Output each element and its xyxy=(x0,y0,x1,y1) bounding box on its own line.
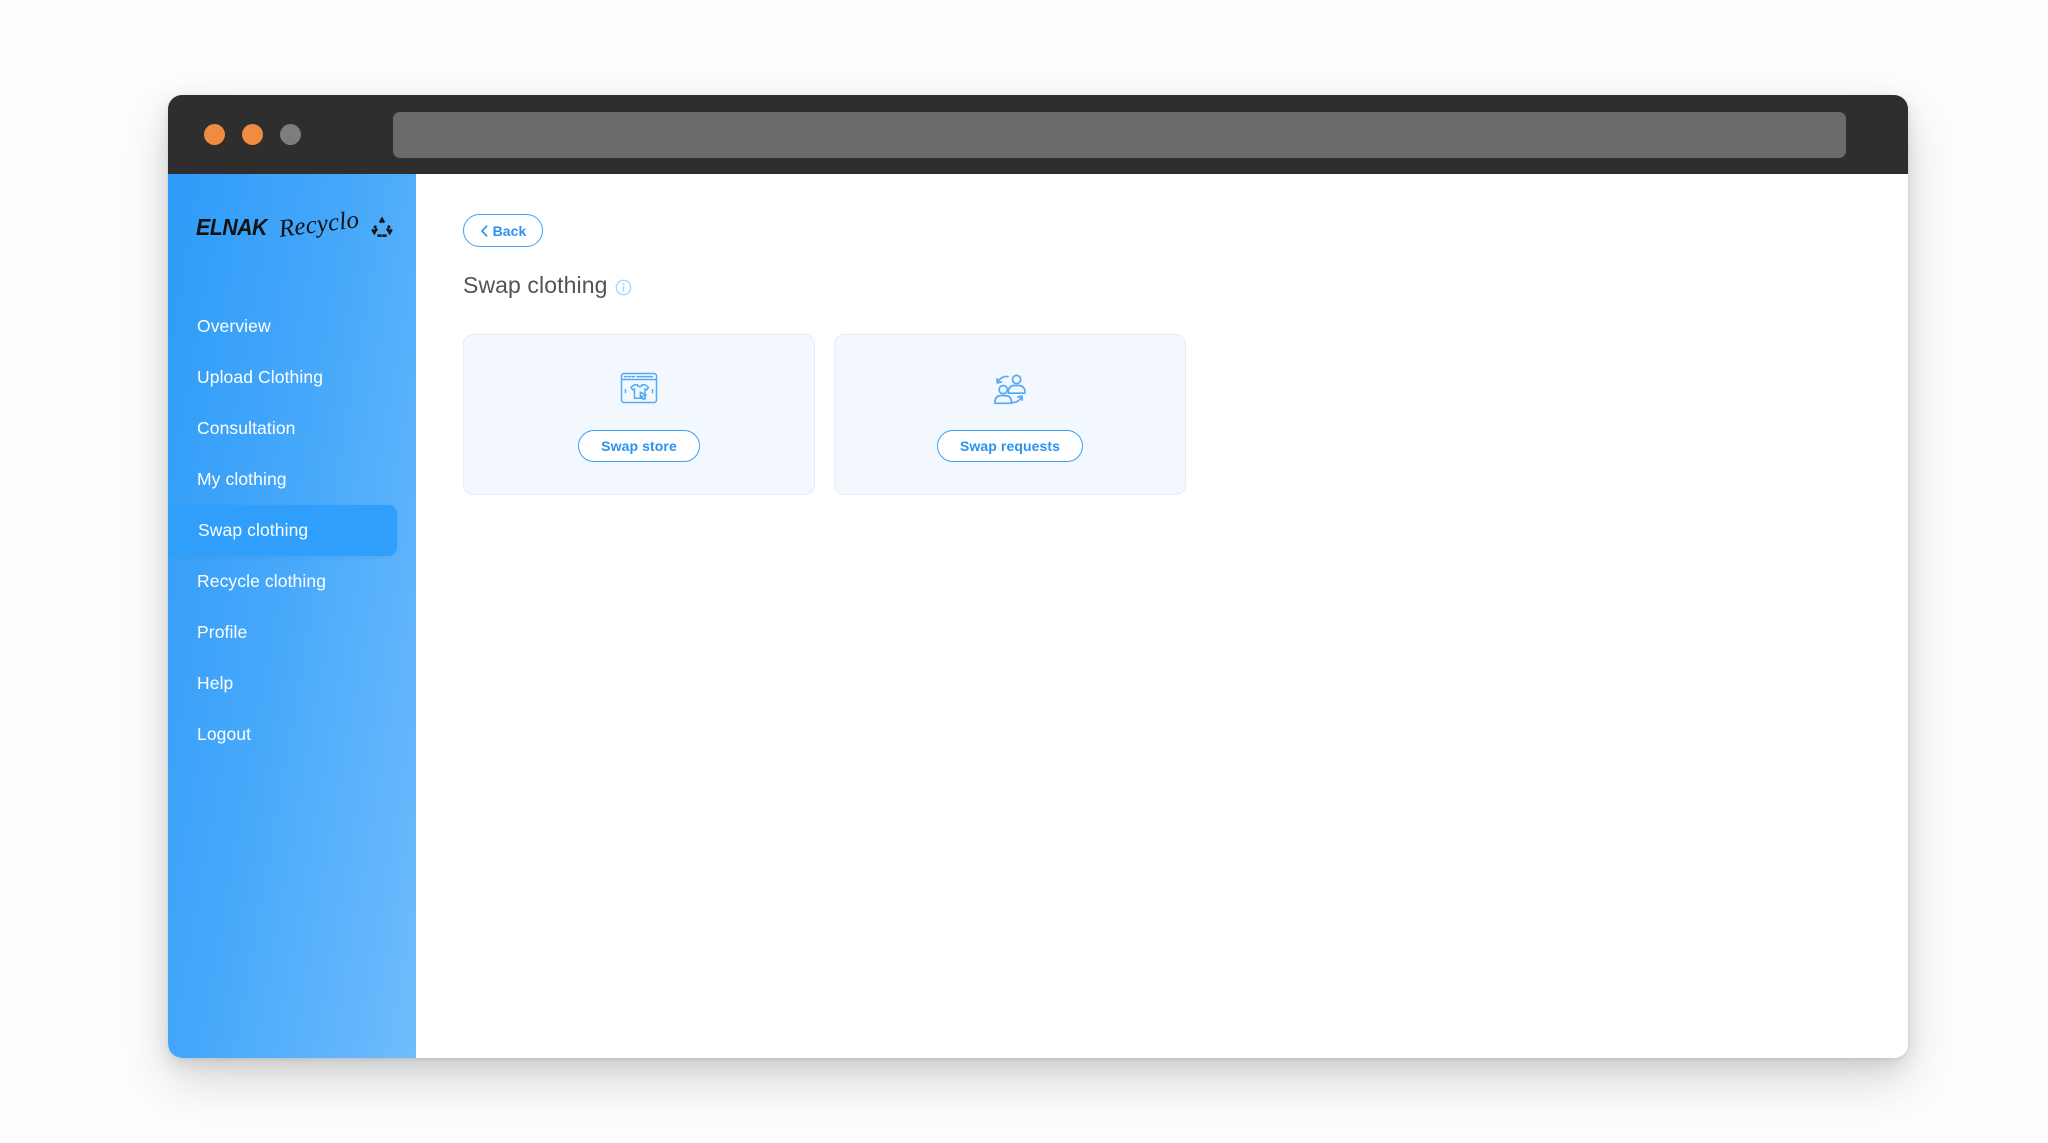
sidebar-item-recycle-clothing[interactable]: Recycle clothing xyxy=(168,556,397,607)
sidebar-item-label: Upload Clothing xyxy=(197,367,324,387)
swap-store-card[interactable]: Swap store xyxy=(463,334,815,495)
close-window-icon[interactable] xyxy=(204,124,225,145)
page-title: Swap clothing xyxy=(463,272,608,298)
recycle-icon xyxy=(370,216,393,237)
brand-logo[interactable]: ELNAK Recyclo xyxy=(196,201,416,253)
sidebar-item-help[interactable]: Help xyxy=(168,658,397,709)
sidebar-nav: Overview Upload Clothing Consultation My… xyxy=(168,289,416,760)
back-button[interactable]: Back xyxy=(463,214,543,247)
browser-title-bar xyxy=(168,95,1908,174)
page-title-row: Swap clothing xyxy=(463,272,1908,299)
swap-requests-button[interactable]: Swap requests xyxy=(936,430,1084,462)
sidebar-item-label: Consultation xyxy=(197,418,296,438)
sidebar-item-label: My clothing xyxy=(197,469,287,489)
brand-name-script: Recyclo xyxy=(277,206,361,243)
sidebar: ELNAK Recyclo Overview Upload Clothing C… xyxy=(168,174,416,1058)
sidebar-item-label: Overview xyxy=(197,316,271,336)
sidebar-item-label: Recycle clothing xyxy=(197,571,327,591)
main-content: Back Swap clothing Swap store Swap reque… xyxy=(416,174,1908,1058)
chevron-left-icon xyxy=(480,224,488,237)
minimize-window-icon[interactable] xyxy=(242,124,263,145)
sidebar-item-label: Swap clothing xyxy=(198,520,309,540)
sidebar-item-label: Help xyxy=(197,673,234,693)
people-swap-icon xyxy=(994,374,1026,405)
sidebar-item-consultation[interactable]: Consultation xyxy=(168,403,397,454)
cards-row: Swap store Swap requests xyxy=(463,334,1908,495)
browser-window: ELNAK Recyclo Overview Upload Clothing C… xyxy=(168,95,1908,1058)
sidebar-item-label: Logout xyxy=(197,724,252,744)
back-button-label: Back xyxy=(492,222,527,239)
sidebar-item-swap-clothing[interactable]: Swap clothing xyxy=(169,505,397,556)
sidebar-item-label: Profile xyxy=(197,622,248,642)
sidebar-item-upload-clothing[interactable]: Upload Clothing xyxy=(168,352,397,403)
swap-store-button[interactable]: Swap store xyxy=(578,430,700,462)
info-circle-icon[interactable] xyxy=(615,279,632,296)
storefront-tshirt-click-icon xyxy=(620,372,658,404)
swap-requests-card[interactable]: Swap requests xyxy=(834,334,1186,495)
address-bar-input[interactable] xyxy=(393,111,1846,158)
sidebar-item-overview[interactable]: Overview xyxy=(168,301,397,352)
window-controls xyxy=(204,124,301,145)
sidebar-item-logout[interactable]: Logout xyxy=(168,709,397,760)
sidebar-item-profile[interactable]: Profile xyxy=(168,607,397,658)
desktop-backdrop: ELNAK Recyclo Overview Upload Clothing C… xyxy=(0,0,2048,1143)
sidebar-item-my-clothing[interactable]: My clothing xyxy=(168,454,397,505)
brand-name-primary: ELNAK xyxy=(196,213,267,240)
window-body: ELNAK Recyclo Overview Upload Clothing C… xyxy=(168,174,1908,1058)
maximize-window-icon[interactable] xyxy=(280,124,301,145)
